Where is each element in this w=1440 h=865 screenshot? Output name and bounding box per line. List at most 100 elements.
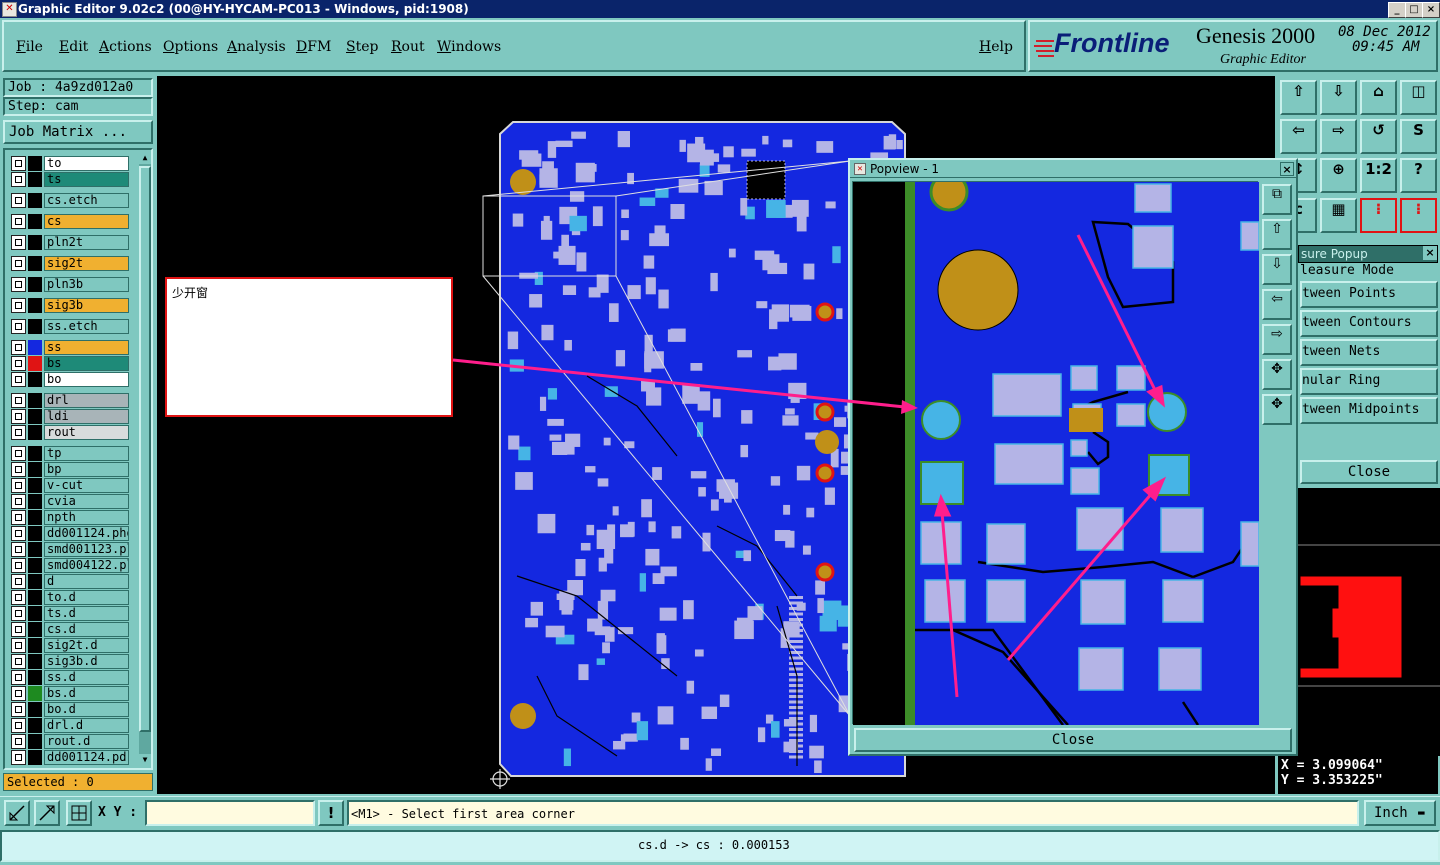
layer-row[interactable]: to.d xyxy=(11,590,129,605)
layer-row[interactable]: sig2t.d xyxy=(11,638,129,653)
grid-toggle-icon[interactable]: ▦ xyxy=(1320,198,1357,233)
job-matrix-button[interactable]: Job Matrix ... xyxy=(3,120,153,144)
layer-checkbox[interactable] xyxy=(11,750,26,765)
zoom-in-icon[interactable] xyxy=(4,800,30,826)
measure-mode-item[interactable]: nular Ring xyxy=(1300,368,1438,395)
units-select[interactable]: Inch ▬ xyxy=(1364,800,1436,826)
layer-name[interactable]: bo.d xyxy=(44,702,129,717)
layer-row[interactable]: rout.d xyxy=(11,734,129,749)
layer-row[interactable]: ts.d xyxy=(11,606,129,621)
layer-row[interactable]: dd001124.pho xyxy=(11,526,129,541)
layer-name[interactable]: drl.d xyxy=(44,718,129,733)
layer-name[interactable]: sig2t xyxy=(44,256,129,271)
zoom-center-icon[interactable]: ↺ xyxy=(1360,119,1397,154)
minimize-button[interactable]: _ xyxy=(1388,2,1406,18)
layer-row[interactable]: ss.d xyxy=(11,670,129,685)
layer-name[interactable]: bp xyxy=(44,462,129,477)
layer-checkbox[interactable] xyxy=(11,574,26,589)
layer-name[interactable]: npth xyxy=(44,510,129,525)
layer-checkbox[interactable] xyxy=(11,193,26,208)
layer-checkbox[interactable] xyxy=(11,510,26,525)
pan-left-icon[interactable]: ⇦ xyxy=(1280,119,1317,154)
layer-checkbox[interactable] xyxy=(11,235,26,250)
menu-actions[interactable]: Actions xyxy=(99,39,152,55)
popview-left-icon[interactable]: ⇦ xyxy=(1262,289,1292,320)
layer-name[interactable]: ss.etch xyxy=(44,319,129,334)
layer-checkbox[interactable] xyxy=(11,462,26,477)
measure-mode-item[interactable]: tween Contours xyxy=(1300,310,1438,337)
layer-row[interactable]: drl.d xyxy=(11,718,129,733)
layer-checkbox[interactable] xyxy=(11,526,26,541)
layer-checkbox[interactable] xyxy=(11,256,26,271)
layer-name[interactable]: dd001124.pd xyxy=(44,750,129,765)
menu-rout[interactable]: Rout xyxy=(391,39,425,55)
popview-titlebar[interactable]: ✕ Popview - 1 × xyxy=(850,160,1296,178)
layer-row[interactable]: cs.d xyxy=(11,622,129,637)
zoom-out-icon[interactable] xyxy=(34,800,60,826)
layer-checkbox[interactable] xyxy=(11,298,26,313)
layer-row[interactable]: smd001123.pl xyxy=(11,542,129,557)
layer-checkbox[interactable] xyxy=(11,654,26,669)
scroll-down-icon[interactable]: ▼ xyxy=(139,754,151,766)
layer-name[interactable]: dd001124.pho xyxy=(44,526,129,541)
measure-mode-item[interactable]: tween Nets xyxy=(1300,339,1438,366)
layer-row[interactable]: sig3b xyxy=(11,298,129,313)
close-window-button[interactable]: × xyxy=(1422,2,1440,18)
layer-row[interactable]: pln3b xyxy=(11,277,129,292)
layer-name[interactable]: bo xyxy=(44,372,129,387)
measure-mode-item[interactable]: leasure Mode xyxy=(1300,264,1438,281)
scroll-up-icon[interactable]: ▲ xyxy=(139,152,151,164)
measure-close-button[interactable]: Close xyxy=(1300,460,1438,484)
layer-checkbox[interactable] xyxy=(11,340,26,355)
layer-checkbox[interactable] xyxy=(11,542,26,557)
popview-close-button[interactable]: Close xyxy=(854,728,1292,752)
scroll-thumb[interactable] xyxy=(139,166,151,732)
layer-name[interactable]: to xyxy=(44,156,129,171)
layer-name[interactable]: ss xyxy=(44,340,129,355)
layer-checkbox[interactable] xyxy=(11,393,26,408)
layer-row[interactable]: drl xyxy=(11,393,129,408)
layer-scrollbar[interactable]: ▲ ▼ xyxy=(139,152,151,766)
layer-checkbox[interactable] xyxy=(11,590,26,605)
menu-analysis[interactable]: Analysis xyxy=(227,39,286,55)
layer-name[interactable]: smd001123.pl xyxy=(44,542,129,557)
layer-name[interactable]: d xyxy=(44,574,129,589)
layer-name[interactable]: drl xyxy=(44,393,129,408)
layer-name[interactable]: ldi xyxy=(44,409,129,424)
layer-checkbox[interactable] xyxy=(11,718,26,733)
measure-mode-item[interactable]: tween Midpoints xyxy=(1300,397,1438,424)
split-view-icon[interactable]: ◫ xyxy=(1400,80,1437,115)
layer-row[interactable]: ldi xyxy=(11,409,129,424)
house-icon[interactable]: ⌂ xyxy=(1360,80,1397,115)
layer-name[interactable]: v-cut xyxy=(44,478,129,493)
layer-checkbox[interactable] xyxy=(11,494,26,509)
layer-checkbox[interactable] xyxy=(11,558,26,573)
layer-row[interactable]: ts xyxy=(11,172,129,187)
layer-row[interactable]: sig3b.d xyxy=(11,654,129,669)
layer-name[interactable]: rout xyxy=(44,425,129,440)
layer-checkbox[interactable] xyxy=(11,277,26,292)
layer-name[interactable]: cs xyxy=(44,214,129,229)
layer-checkbox[interactable] xyxy=(11,172,26,187)
layer-row[interactable]: d xyxy=(11,574,129,589)
menu-dfm[interactable]: DFM xyxy=(296,39,331,55)
menu-help[interactable]: Help xyxy=(979,39,1013,55)
popview-canvas[interactable] xyxy=(852,172,1260,726)
popview-down-icon[interactable]: ⇩ xyxy=(1262,254,1292,285)
layer-row[interactable]: sig2t xyxy=(11,256,129,271)
layer-row[interactable]: smd004122.pl xyxy=(11,558,129,573)
menu-edit[interactable]: Edit xyxy=(59,39,88,55)
layer-name[interactable]: ts xyxy=(44,172,129,187)
popview-right-icon[interactable]: ⇨ xyxy=(1262,324,1292,355)
layer-row[interactable]: tp xyxy=(11,446,129,461)
layer-row[interactable]: bp xyxy=(11,462,129,477)
measure-popup-titlebar[interactable]: sure Popup × xyxy=(1298,245,1438,263)
layer-name[interactable]: sig3b.d xyxy=(44,654,129,669)
grid-snap-icon[interactable] xyxy=(66,800,92,826)
layer-name[interactable]: pln2t xyxy=(44,235,129,250)
layer-name[interactable]: sig3b xyxy=(44,298,129,313)
layer-checkbox[interactable] xyxy=(11,156,26,171)
layer-name[interactable]: ss.d xyxy=(44,670,129,685)
window-title-bar[interactable]: ✕ Graphic Editor 9.02c2 (00@HY-HYCAM-PC0… xyxy=(0,0,1440,18)
popview-zoom-icon[interactable]: ✥ xyxy=(1262,394,1292,425)
